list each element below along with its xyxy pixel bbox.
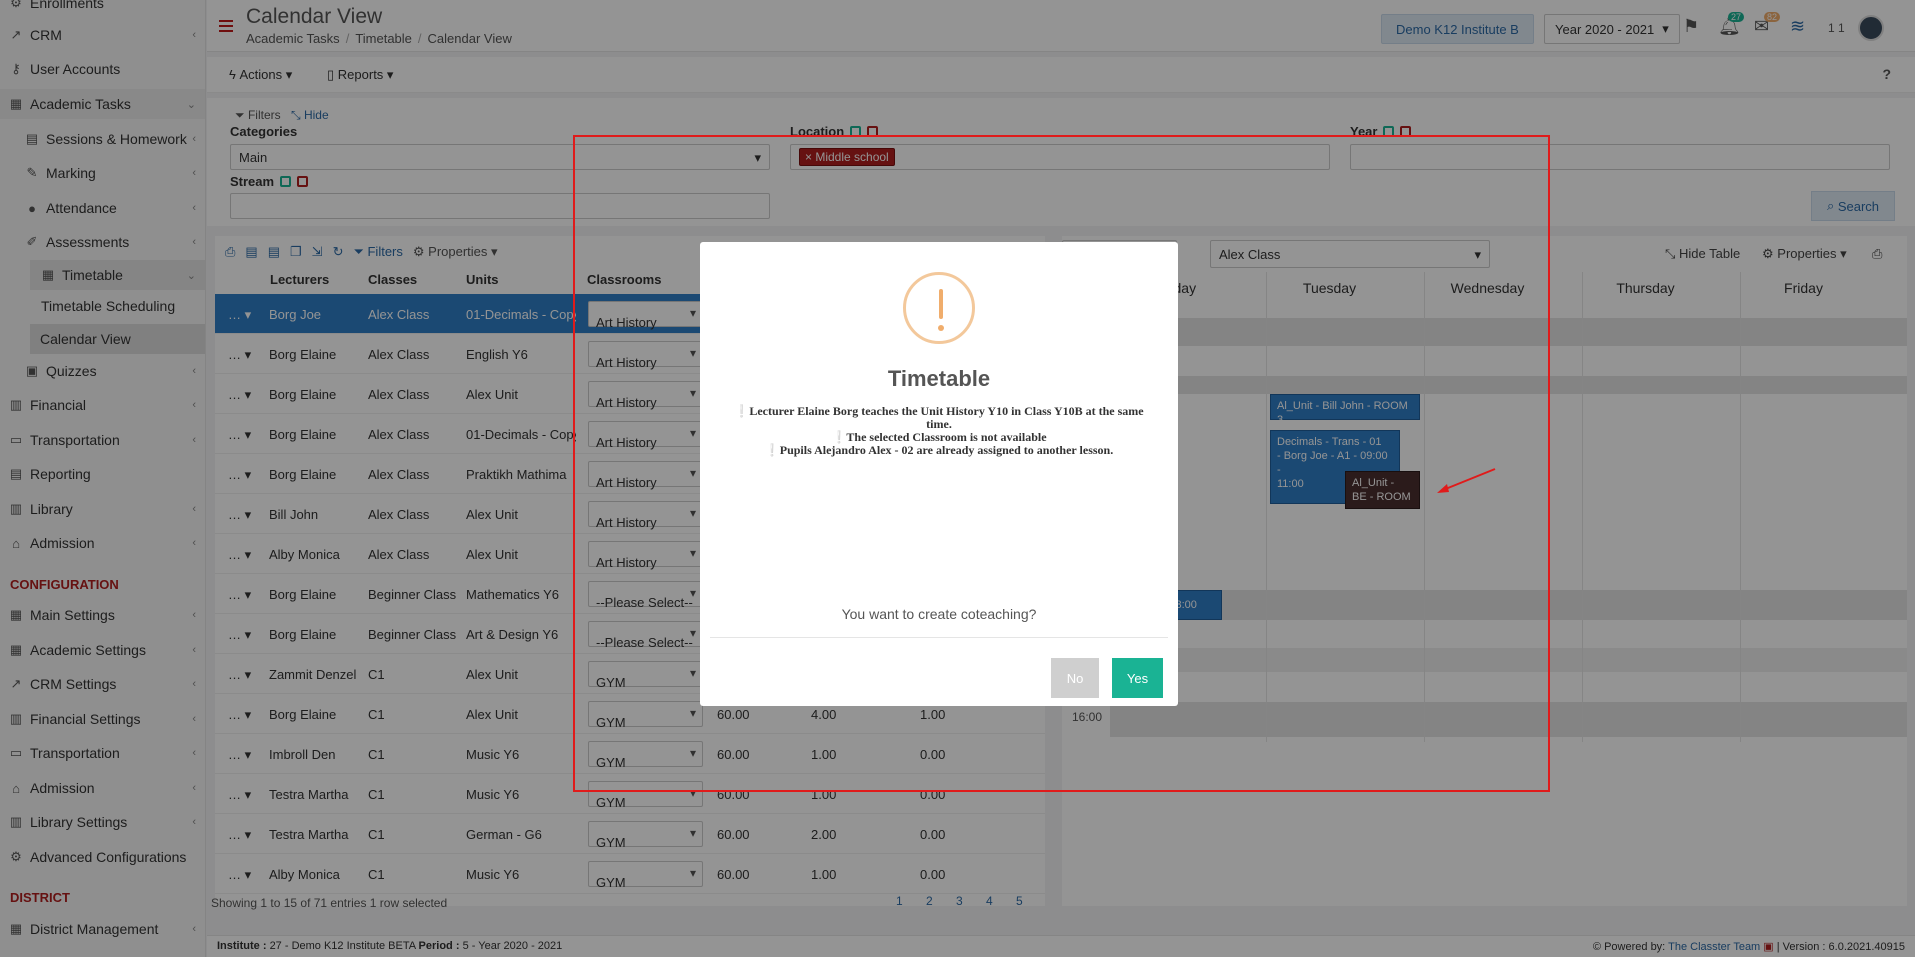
conflict-message: ❕Lecturer Elaine Borg teaches the Unit H…: [734, 404, 1144, 431]
exclamation-icon: ❕: [734, 404, 750, 418]
conflict-message: ❕Pupils Alejandro Alex - 02 are already …: [764, 443, 1114, 457]
no-button[interactable]: No: [1051, 658, 1099, 698]
coteaching-dialog: Timetable ❕Lecturer Elaine Borg teaches …: [700, 242, 1178, 706]
dialog-title: Timetable: [887, 366, 991, 391]
exclamation-icon: ❕: [831, 430, 847, 444]
warning-icon: [903, 272, 975, 344]
dialog-question: You want to create coteaching?: [841, 606, 1037, 622]
exclamation-icon: ❕: [764, 443, 780, 457]
yes-button[interactable]: Yes: [1112, 658, 1163, 698]
annotation-arrow-icon: [1437, 468, 1496, 493]
dialog-messages: ❕Lecturer Elaine Borg teaches the Unit H…: [730, 405, 1148, 457]
